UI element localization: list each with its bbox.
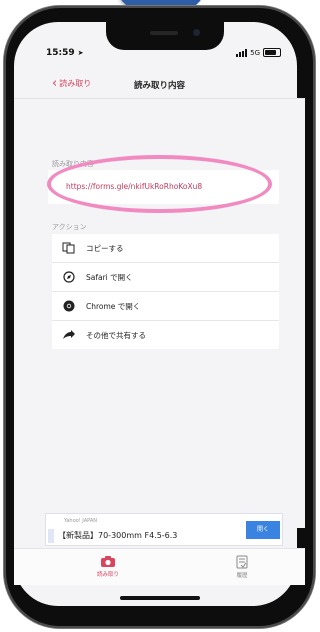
action-label: コピーする xyxy=(86,243,124,253)
actions-section-header: アクション xyxy=(52,223,87,231)
status-time-text: 15:59 xyxy=(46,48,75,58)
copy-icon xyxy=(56,242,82,254)
compass-icon xyxy=(56,271,82,283)
signal-icon xyxy=(236,48,248,57)
location-icon: ➤ xyxy=(77,49,84,57)
page-title: 読み取り内容 xyxy=(133,81,185,91)
ad-banner[interactable]: Yahoo! JAPAN 【新製品】70-300mm F4.5-6.3 開く xyxy=(45,513,283,546)
share-icon xyxy=(56,330,82,340)
ad-text: 【新製品】70-300mm F4.5-6.3 xyxy=(58,531,178,540)
home-indicator xyxy=(120,596,200,600)
tab-label: 履歴 xyxy=(236,573,248,579)
tab-label: 読み取り xyxy=(96,572,119,578)
actions-list: コピーする Safari で開く Chrome で開く その他で共有する xyxy=(52,234,279,349)
phone-notch xyxy=(106,22,224,50)
ad-source: Yahoo! JAPAN xyxy=(64,518,97,524)
nav-bar: ‹ 読み取り 読み取り内容 xyxy=(14,72,305,99)
tab-bar: 読み取り 履歴 xyxy=(14,548,305,585)
camera-icon xyxy=(101,556,115,567)
action-open-safari[interactable]: Safari で開く xyxy=(52,263,279,292)
action-label: その他で共有する xyxy=(86,330,146,340)
status-time: 15:59 ➤ xyxy=(46,48,84,58)
chrome-icon xyxy=(56,300,82,312)
status-indicators: 5G xyxy=(236,48,281,57)
ad-open-button[interactable]: 開く xyxy=(246,521,280,539)
history-icon xyxy=(236,555,248,569)
ad-info-icon xyxy=(48,529,54,543)
action-label: Safari で開く xyxy=(86,272,133,282)
tab-scan[interactable]: 読み取り xyxy=(78,555,138,578)
annotation-ring xyxy=(47,155,272,213)
tab-history[interactable]: 履歴 xyxy=(212,555,272,579)
battery-icon xyxy=(263,48,281,57)
network-type: 5G xyxy=(250,48,260,57)
action-label: Chrome で開く xyxy=(86,301,141,311)
camera-dot-icon xyxy=(193,29,200,36)
action-share-other[interactable]: その他で共有する xyxy=(52,321,279,349)
action-open-chrome[interactable]: Chrome で開く xyxy=(52,292,279,321)
action-copy[interactable]: コピーする xyxy=(52,234,279,263)
status-bar: 15:59 ➤ 5G xyxy=(14,48,305,66)
